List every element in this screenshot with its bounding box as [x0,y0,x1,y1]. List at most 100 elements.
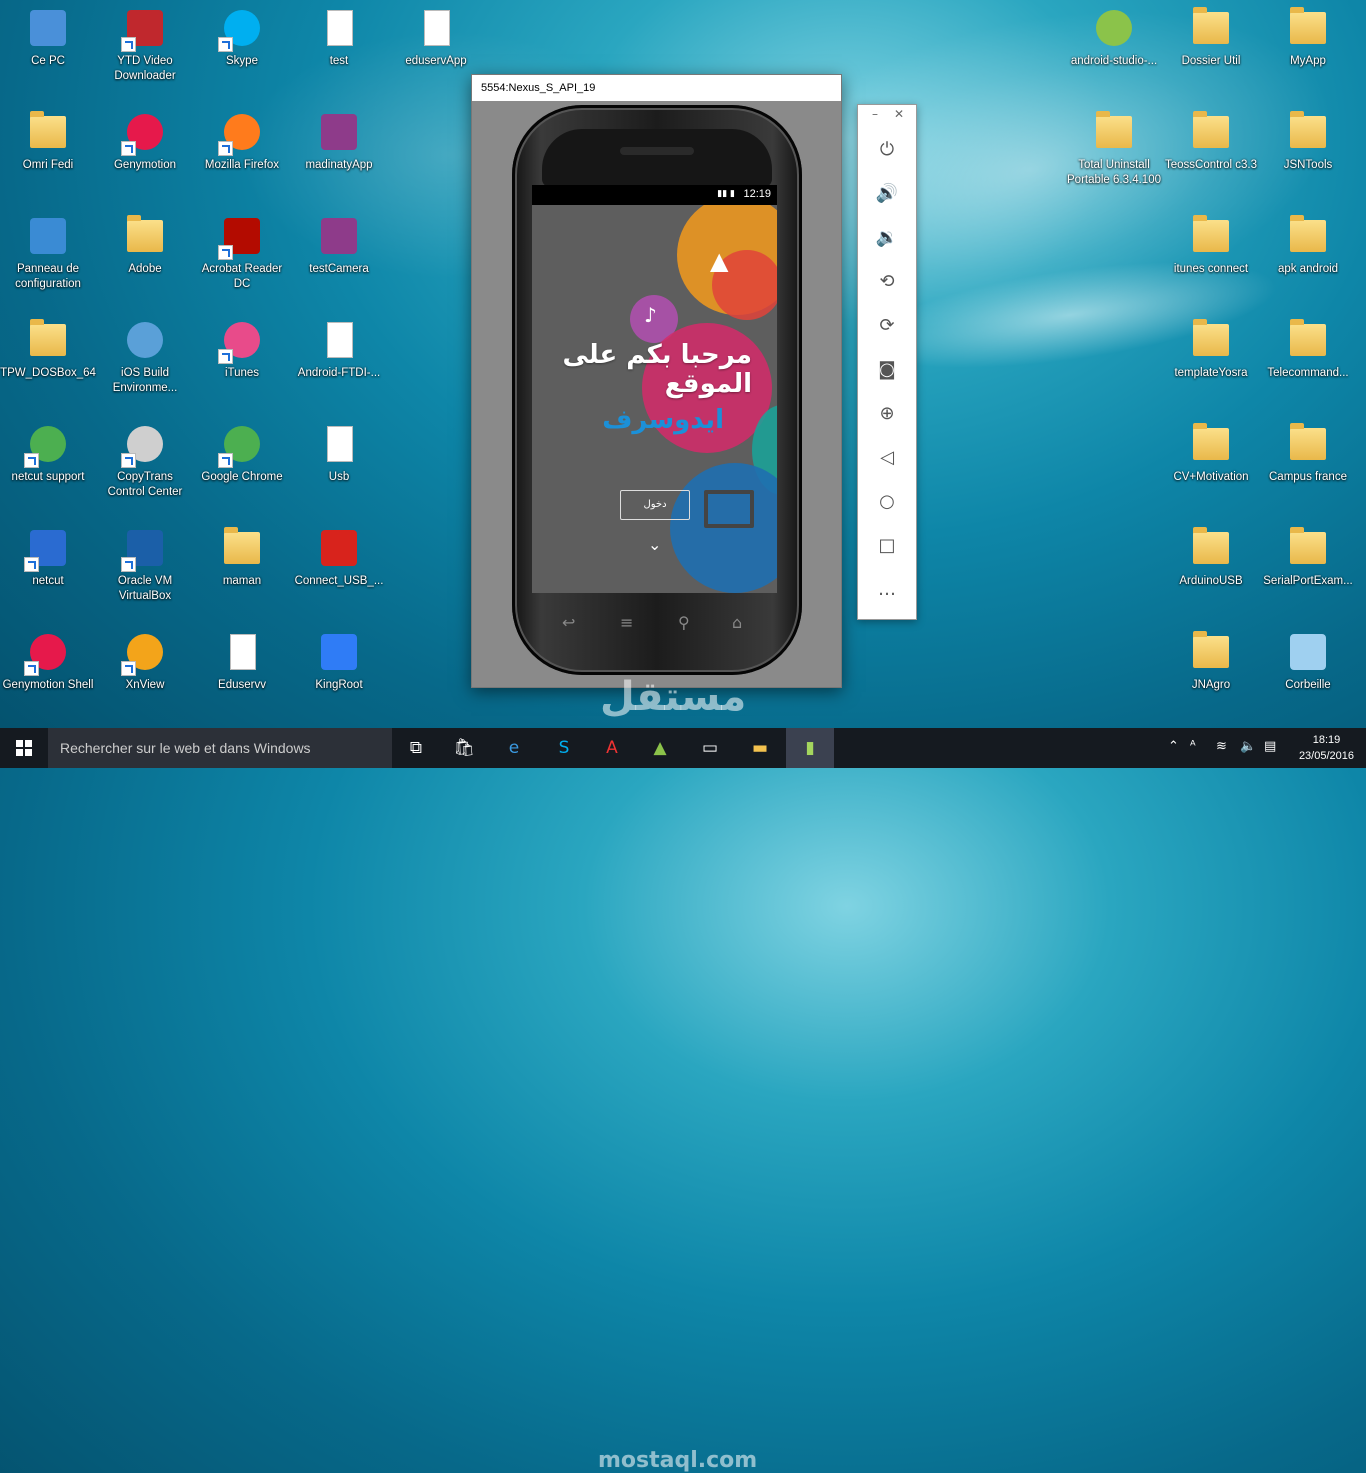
desktop-icon[interactable]: Usb [291,416,387,512]
desktop-icon[interactable]: eduservApp [388,0,484,96]
emulator-taskbar-icon[interactable]: ▮ [786,728,834,768]
firefox-icon [218,112,262,156]
desktop-icon[interactable]: Google Chrome [194,416,290,512]
folder-icon [28,319,68,360]
desktop-icon[interactable]: JNAgro [1163,624,1259,720]
desktop-icon[interactable]: TeossControl c3.3 [1163,104,1259,200]
desktop-icon[interactable]: Adobe [97,208,193,304]
folder-icon [1191,111,1231,152]
chevron-down-icon[interactable]: ⌄ [648,535,661,554]
emulator-window[interactable]: 5554:Nexus_S_API_19 ▮▮ ▮ 12:19 ▲ ♪ مرحبا… [471,74,842,688]
document-icon [416,8,456,48]
xnview-icon [121,632,165,676]
taskbar-clock[interactable]: 18:19 23/05/2016 [1299,732,1354,764]
document-icon [319,424,359,464]
menu-key-icon[interactable]: ≡ [620,613,633,632]
notifications-icon[interactable]: ▤ [1264,739,1276,754]
terminal-taskbar-icon[interactable]: ▭ [686,728,734,768]
desktop-icon[interactable]: Skype [194,0,290,96]
desktop-icon-label: iOS Build Environme... [112,367,178,394]
store-icon[interactable]: 🛍 [440,728,488,768]
more-icon[interactable]: … [858,575,916,605]
desktop-icon[interactable]: test [291,0,387,96]
desktop-icon[interactable]: Ce PC [0,0,96,96]
overview-icon[interactable]: □ [858,531,916,561]
phone-frame: ▮▮ ▮ 12:19 ▲ ♪ مرحبا بكم على الموقع ايدو… [512,105,802,675]
volume-up-icon[interactable]: 🔊 [858,179,916,209]
desktop-icon-label: Total Uninstall Portable 6.3.4.100 [1067,159,1161,186]
desktop-icon[interactable]: SerialPortExam... [1260,520,1356,616]
start-button[interactable] [0,728,48,768]
desktop-icon[interactable]: CopyTrans Control Center [97,416,193,512]
language-icon[interactable]: ᴬ [1190,739,1196,754]
desktop-icon[interactable]: Android-FTDI-... [291,312,387,408]
desktop-icon[interactable]: itunes connect [1163,208,1259,304]
desktop-icon[interactable]: netcut support [0,416,96,512]
desktop-icon[interactable]: Corbeille [1260,624,1356,720]
minimize-icon[interactable]: – [872,107,878,121]
speaker-grille [620,147,694,155]
desktop-icon[interactable]: MyApp [1260,0,1356,96]
desktop-icon[interactable]: iOS Build Environme... [97,312,193,408]
show-hidden-icon[interactable]: ⌃ [1168,739,1179,754]
back-key-icon[interactable]: ↩ [562,613,575,632]
desktop-icon[interactable]: TPW_DOSBox_64 [0,312,96,408]
desktop-icon[interactable]: Eduservv [194,624,290,720]
android-studio-taskbar-icon[interactable]: ▲ [636,728,684,768]
desktop-icon[interactable]: apk android [1260,208,1356,304]
zoom-icon[interactable]: ⊕ [858,399,916,429]
desktop-icon[interactable]: Campus france [1260,416,1356,512]
desktop-icon[interactable]: netcut [0,520,96,616]
desktop-icon[interactable]: JSNTools [1260,104,1356,200]
home-key-icon[interactable]: ⌂ [732,613,742,632]
desktop-icon[interactable]: YTD Video Downloader [97,0,193,96]
home-icon[interactable]: ○ [858,487,916,517]
document-shape [327,322,353,358]
desktop-icon[interactable]: ArduinoUSB [1163,520,1259,616]
adobe-folder-icon [125,215,165,256]
search-key-icon[interactable]: ⚲ [678,613,690,632]
network-icon[interactable]: ≋ [1216,739,1227,754]
desktop-icon[interactable]: Genymotion [97,104,193,200]
shortcut-arrow-icon [218,349,233,364]
desktop-icon[interactable]: KingRoot [291,624,387,720]
desktop-icon[interactable]: Oracle VM VirtualBox [97,520,193,616]
back-icon[interactable]: ◁ [858,443,916,473]
volume-down-icon[interactable]: 🔉 [858,223,916,253]
desktop-icon[interactable]: madinatyApp [291,104,387,200]
app-screen[interactable]: ▲ ♪ مرحبا بكم على الموقع ايدوسرف دخول ⌄ [532,205,777,593]
desktop-icon[interactable]: CV+Motivation [1163,416,1259,512]
edge-icon[interactable]: e [490,728,538,768]
desktop-icon[interactable]: XnView [97,624,193,720]
desktop-icon[interactable]: Telecommand... [1260,312,1356,408]
rotate-right-icon[interactable]: ⟳ [858,311,916,341]
desktop-icon-label: CV+Motivation [1173,471,1249,483]
desktop-icon[interactable]: Total Uninstall Portable 6.3.4.100 [1066,104,1162,200]
desktop-icon[interactable]: Panneau de configuration [0,208,96,304]
power-icon[interactable]: ⏻ [858,135,916,165]
desktop-icon[interactable]: Genymotion Shell [0,624,96,720]
login-button[interactable]: دخول [620,490,690,520]
windows-logo-icon [16,740,32,756]
rotate-left-icon[interactable]: ⟲ [858,267,916,297]
taskbar-search[interactable]: Rechercher sur le web et dans Windows [48,728,392,768]
explorer-taskbar-icon[interactable]: ▬ [736,728,784,768]
desktop-icon-label: Corbeille [1285,679,1331,691]
close-icon[interactable]: ✕ [894,107,904,121]
camera-icon[interactable]: ◙ [858,355,916,385]
desktop-icon[interactable]: testCamera [291,208,387,304]
desktop-icon[interactable]: iTunes [194,312,290,408]
desktop-icon[interactable]: maman [194,520,290,616]
emulator-titlebar[interactable]: 5554:Nexus_S_API_19 [472,75,841,101]
skype-taskbar-icon[interactable]: S [540,728,588,768]
desktop-icon[interactable]: Mozilla Firefox [194,104,290,200]
desktop-icon[interactable]: templateYosra [1163,312,1259,408]
desktop-icon[interactable]: Dossier Util [1163,0,1259,96]
desktop-icon[interactable]: Acrobat Reader DC [194,208,290,304]
desktop-icon[interactable]: android-studio-... [1066,0,1162,96]
task-view-icon[interactable]: ⧉ [392,728,440,768]
acrobat-taskbar-icon[interactable]: A [588,728,636,768]
desktop-icon[interactable]: Omri Fedi [0,104,96,200]
volume-icon[interactable]: 🔈 [1240,739,1256,754]
desktop-icon[interactable]: Connect_USB_... [291,520,387,616]
